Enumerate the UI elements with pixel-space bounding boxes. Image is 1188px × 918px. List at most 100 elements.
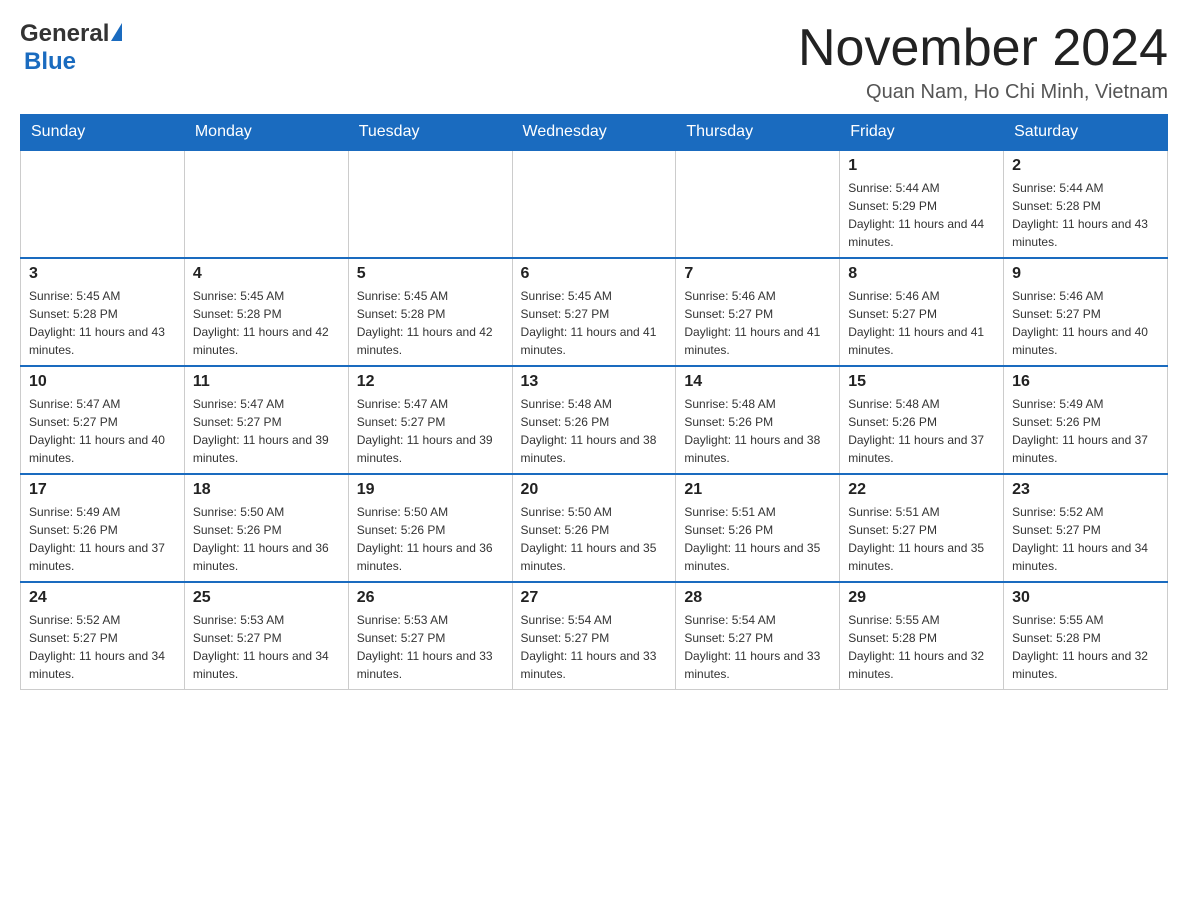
calendar-cell: 19 Sunrise: 5:50 AM Sunset: 5:26 PM Dayli… [348, 474, 512, 582]
calendar-cell: 6 Sunrise: 5:45 AM Sunset: 5:27 PM Daylig… [512, 258, 676, 366]
calendar-cell: 1 Sunrise: 5:44 AM Sunset: 5:29 PM Daylig… [840, 150, 1004, 258]
day-header-sunday: Sunday [21, 115, 185, 151]
day-info: Sunrise: 5:49 AM Sunset: 5:26 PM Dayligh… [29, 503, 176, 575]
day-info: Sunrise: 5:47 AM Sunset: 5:27 PM Dayligh… [193, 395, 340, 467]
day-number: 19 [357, 481, 504, 499]
day-number: 26 [357, 589, 504, 607]
day-number: 25 [193, 589, 340, 607]
calendar-cell: 10 Sunrise: 5:47 AM Sunset: 5:27 PM Dayli… [21, 366, 185, 474]
day-number: 30 [1012, 589, 1159, 607]
day-info: Sunrise: 5:50 AM Sunset: 5:26 PM Dayligh… [193, 503, 340, 575]
day-info: Sunrise: 5:45 AM Sunset: 5:28 PM Dayligh… [193, 287, 340, 359]
calendar-cell: 9Sunrise: 5:46 AM Sunset: 5:27 PM Daylig… [1004, 258, 1168, 366]
day-info: Sunrise: 5:51 AM Sunset: 5:26 PM Dayligh… [684, 503, 831, 575]
location-subtitle: Quan Nam, Ho Chi Minh, Vietnam [798, 81, 1168, 104]
calendar-cell: 26 Sunrise: 5:53 AM Sunset: 5:27 PM Dayli… [348, 582, 512, 690]
page-header: General Blue November 2024 Quan Nam, Ho … [20, 20, 1168, 104]
day-number: 21 [684, 481, 831, 499]
day-info: Sunrise: 5:52 AM Sunset: 5:27 PM Dayligh… [1012, 503, 1159, 575]
day-info: Sunrise: 5:52 AM Sunset: 5:27 PM Dayligh… [29, 611, 176, 683]
day-number: 10 [29, 373, 176, 391]
calendar-cell: 29 Sunrise: 5:55 AM Sunset: 5:28 PM Dayli… [840, 582, 1004, 690]
calendar-cell [21, 150, 185, 258]
day-number: 17 [29, 481, 176, 499]
title-area: November 2024 Quan Nam, Ho Chi Minh, Vie… [798, 20, 1168, 104]
calendar-week-row: 17 Sunrise: 5:49 AM Sunset: 5:26 PM Dayli… [21, 474, 1168, 582]
day-number: 6 [521, 265, 668, 283]
day-info: Sunrise: 5:46 AM Sunset: 5:27 PM Dayligh… [848, 287, 995, 359]
calendar-cell [676, 150, 840, 258]
calendar-week-row: 1 Sunrise: 5:44 AM Sunset: 5:29 PM Daylig… [21, 150, 1168, 258]
day-number: 27 [521, 589, 668, 607]
calendar-cell: 17 Sunrise: 5:49 AM Sunset: 5:26 PM Dayli… [21, 474, 185, 582]
logo-triangle-icon [111, 23, 122, 41]
day-number: 29 [848, 589, 995, 607]
calendar-cell: 14 Sunrise: 5:48 AM Sunset: 5:26 PM Dayli… [676, 366, 840, 474]
day-number: 8 [848, 265, 995, 283]
logo-blue-text: Blue [24, 48, 76, 75]
calendar-cell: 21 Sunrise: 5:51 AM Sunset: 5:26 PM Dayli… [676, 474, 840, 582]
calendar-cell: 12 Sunrise: 5:47 AM Sunset: 5:27 PM Dayli… [348, 366, 512, 474]
day-header-wednesday: Wednesday [512, 115, 676, 151]
calendar-cell: 22 Sunrise: 5:51 AM Sunset: 5:27 PM Dayli… [840, 474, 1004, 582]
day-info: Sunrise: 5:48 AM Sunset: 5:26 PM Dayligh… [521, 395, 668, 467]
day-info: Sunrise: 5:50 AM Sunset: 5:26 PM Dayligh… [521, 503, 668, 575]
day-number: 9 [1012, 265, 1159, 283]
day-header-friday: Friday [840, 115, 1004, 151]
day-number: 11 [193, 373, 340, 391]
day-number: 15 [848, 373, 995, 391]
calendar-week-row: 10 Sunrise: 5:47 AM Sunset: 5:27 PM Dayli… [21, 366, 1168, 474]
calendar-cell: 15 Sunrise: 5:48 AM Sunset: 5:26 PM Dayli… [840, 366, 1004, 474]
day-info: Sunrise: 5:47 AM Sunset: 5:27 PM Dayligh… [29, 395, 176, 467]
day-number: 23 [1012, 481, 1159, 499]
calendar-cell: 27 Sunrise: 5:54 AM Sunset: 5:27 PM Dayli… [512, 582, 676, 690]
day-header-thursday: Thursday [676, 115, 840, 151]
calendar-cell: 30Sunrise: 5:55 AM Sunset: 5:28 PM Dayli… [1004, 582, 1168, 690]
day-info: Sunrise: 5:44 AM Sunset: 5:28 PM Dayligh… [1012, 179, 1159, 251]
day-info: Sunrise: 5:53 AM Sunset: 5:27 PM Dayligh… [357, 611, 504, 683]
day-number: 7 [684, 265, 831, 283]
day-number: 14 [684, 373, 831, 391]
calendar-cell [184, 150, 348, 258]
calendar-cell: 16 Sunrise: 5:49 AM Sunset: 5:26 PM Dayli… [1004, 366, 1168, 474]
calendar-cell: 25 Sunrise: 5:53 AM Sunset: 5:27 PM Dayli… [184, 582, 348, 690]
day-header-monday: Monday [184, 115, 348, 151]
calendar-cell: 8 Sunrise: 5:46 AM Sunset: 5:27 PM Daylig… [840, 258, 1004, 366]
day-info: Sunrise: 5:48 AM Sunset: 5:26 PM Dayligh… [684, 395, 831, 467]
calendar-cell: 18Sunrise: 5:50 AM Sunset: 5:26 PM Dayli… [184, 474, 348, 582]
calendar-cell [512, 150, 676, 258]
calendar-cell: 3Sunrise: 5:45 AM Sunset: 5:28 PM Daylig… [21, 258, 185, 366]
logo: General Blue [20, 20, 122, 76]
day-number: 12 [357, 373, 504, 391]
day-number: 20 [521, 481, 668, 499]
day-number: 1 [848, 157, 995, 175]
day-info: Sunrise: 5:51 AM Sunset: 5:27 PM Dayligh… [848, 503, 995, 575]
day-number: 4 [193, 265, 340, 283]
day-info: Sunrise: 5:54 AM Sunset: 5:27 PM Dayligh… [521, 611, 668, 683]
day-info: Sunrise: 5:55 AM Sunset: 5:28 PM Dayligh… [848, 611, 995, 683]
day-number: 24 [29, 589, 176, 607]
day-info: Sunrise: 5:49 AM Sunset: 5:26 PM Dayligh… [1012, 395, 1159, 467]
month-title: November 2024 [798, 20, 1168, 77]
day-info: Sunrise: 5:50 AM Sunset: 5:26 PM Dayligh… [357, 503, 504, 575]
calendar-cell [348, 150, 512, 258]
day-info: Sunrise: 5:45 AM Sunset: 5:28 PM Dayligh… [29, 287, 176, 359]
calendar-week-row: 3Sunrise: 5:45 AM Sunset: 5:28 PM Daylig… [21, 258, 1168, 366]
day-number: 13 [521, 373, 668, 391]
day-number: 22 [848, 481, 995, 499]
calendar-cell: 2Sunrise: 5:44 AM Sunset: 5:28 PM Daylig… [1004, 150, 1168, 258]
logo-general-text: General [20, 20, 109, 48]
day-info: Sunrise: 5:44 AM Sunset: 5:29 PM Dayligh… [848, 179, 995, 251]
day-info: Sunrise: 5:45 AM Sunset: 5:28 PM Dayligh… [357, 287, 504, 359]
day-info: Sunrise: 5:48 AM Sunset: 5:26 PM Dayligh… [848, 395, 995, 467]
calendar-cell: 13 Sunrise: 5:48 AM Sunset: 5:26 PM Dayli… [512, 366, 676, 474]
calendar-week-row: 24 Sunrise: 5:52 AM Sunset: 5:27 PM Dayli… [21, 582, 1168, 690]
day-info: Sunrise: 5:53 AM Sunset: 5:27 PM Dayligh… [193, 611, 340, 683]
day-number: 16 [1012, 373, 1159, 391]
calendar-cell: 4 Sunrise: 5:45 AM Sunset: 5:28 PM Daylig… [184, 258, 348, 366]
calendar-table: SundayMondayTuesdayWednesdayThursdayFrid… [20, 114, 1168, 690]
day-number: 28 [684, 589, 831, 607]
day-info: Sunrise: 5:45 AM Sunset: 5:27 PM Dayligh… [521, 287, 668, 359]
day-info: Sunrise: 5:47 AM Sunset: 5:27 PM Dayligh… [357, 395, 504, 467]
calendar-cell: 24 Sunrise: 5:52 AM Sunset: 5:27 PM Dayli… [21, 582, 185, 690]
